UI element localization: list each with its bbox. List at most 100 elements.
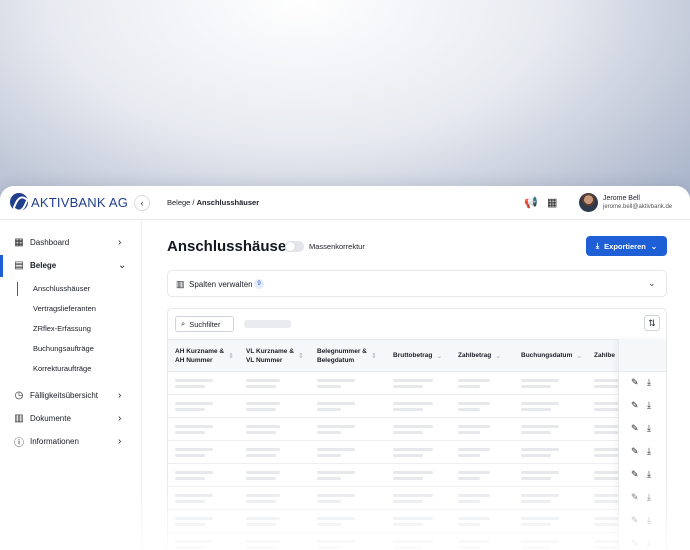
sidebar-subitem-anschlusshaeuser[interactable]: Anschlusshäuser xyxy=(33,284,90,293)
skeleton-line xyxy=(317,494,355,497)
download-icon[interactable]: ⤓ xyxy=(647,377,651,388)
table-row[interactable] xyxy=(168,418,666,441)
download-icon[interactable]: ⤓ xyxy=(647,538,651,549)
edit-icon[interactable]: ✎ xyxy=(631,492,639,503)
skeleton-line xyxy=(458,379,490,382)
breadcrumb-parent[interactable]: Belege / xyxy=(167,198,195,207)
logo[interactable]: AKTIVBANK AG xyxy=(10,193,128,211)
table-row[interactable] xyxy=(168,464,666,487)
sidebar-item-faelligkeitsuebersicht[interactable]: ◷ Fälligkeitsübersicht › xyxy=(0,385,142,405)
chevron-down-icon[interactable]: ⌄ xyxy=(648,278,656,289)
skeleton-line xyxy=(458,523,480,526)
download-icon[interactable]: ⤓ xyxy=(647,492,651,503)
skeleton-line xyxy=(317,448,355,451)
logo-icon xyxy=(10,193,28,211)
manage-columns-label: Spalten verwalten xyxy=(189,280,253,289)
table-row[interactable] xyxy=(168,487,666,510)
skeleton-line xyxy=(317,425,355,428)
search-filter-button[interactable]: ⌕ Suchfilter xyxy=(175,316,234,332)
calendar-icon[interactable]: ▦ xyxy=(547,196,557,209)
skeleton-line xyxy=(175,477,205,480)
skeleton-line xyxy=(246,517,280,520)
page-title: Anschlusshäuser xyxy=(167,238,293,255)
sidebar-item-label: Informationen xyxy=(30,436,79,446)
sidebar-item-dashboard[interactable]: ▦ Dashboard › xyxy=(0,232,142,252)
column-header[interactable]: Buchungsdatum ⌄ xyxy=(521,340,582,373)
edit-icon[interactable]: ✎ xyxy=(631,377,639,388)
sidebar-item-label: Fälligkeitsübersicht xyxy=(30,390,99,400)
actions-header xyxy=(619,339,666,372)
skeleton-line xyxy=(393,540,433,543)
download-icon[interactable]: ⤓ xyxy=(647,423,651,434)
skeleton-line xyxy=(458,500,480,503)
edit-icon[interactable]: ✎ xyxy=(631,423,639,434)
sort-icon: ⇕ xyxy=(297,352,304,360)
skeleton-line xyxy=(521,379,559,382)
avatar[interactable] xyxy=(579,193,598,212)
column-header[interactable]: Belegnummer & Belegdatum ⇕ xyxy=(317,340,377,373)
mass-correction-toggle[interactable] xyxy=(285,241,304,252)
export-button[interactable]: ⤓ Exportieren ⌄ xyxy=(586,236,667,256)
edit-icon[interactable]: ✎ xyxy=(631,469,639,480)
edit-icon[interactable]: ✎ xyxy=(631,400,639,411)
skeleton-line xyxy=(246,477,276,480)
table-row[interactable] xyxy=(168,510,666,533)
edit-icon[interactable]: ✎ xyxy=(631,538,639,549)
skeleton-line xyxy=(521,385,551,388)
sort-button[interactable]: ⇅ xyxy=(644,315,660,331)
table-row[interactable] xyxy=(168,395,666,418)
sidebar-item-label: Dashboard xyxy=(30,237,70,247)
column-header[interactable]: Zahlbe xyxy=(594,340,615,373)
top-bar: AKTIVBANK AG ‹ Belege / Anschlusshäuser … xyxy=(0,186,690,220)
sidebar-item-belege[interactable]: ▤ Belege ⌄ xyxy=(0,255,142,275)
download-icon[interactable]: ⤓ xyxy=(647,515,651,526)
sidebar-subitem-vertragslieferanten[interactable]: Vertragslieferanten xyxy=(33,304,96,313)
skeleton-line xyxy=(175,385,205,388)
download-icon[interactable]: ⤓ xyxy=(647,469,651,480)
info-icon: ⓘ xyxy=(14,437,24,449)
columns-count-badge: 9 xyxy=(254,279,264,289)
receipt-icon: ▤ xyxy=(14,259,24,271)
sidebar-item-informationen[interactable]: ⓘ Informationen › xyxy=(0,431,142,451)
sidebar-subitem-zrflex[interactable]: ZRflex-Erfassung xyxy=(33,324,91,333)
skeleton-line xyxy=(175,425,213,428)
skeleton-line xyxy=(393,500,423,503)
chevron-right-icon: › xyxy=(118,412,122,424)
skeleton-line xyxy=(317,523,341,526)
skeleton-line xyxy=(175,448,213,451)
download-icon: ⤓ xyxy=(595,241,600,250)
skeleton-line xyxy=(393,402,433,405)
toggle-label: Massenkorrektur xyxy=(309,242,365,251)
skeleton-line xyxy=(246,494,280,497)
skeleton-line xyxy=(175,379,213,382)
column-header[interactable]: VL Kurzname & VL Nummer ⇕ xyxy=(246,340,304,373)
table-row[interactable] xyxy=(168,372,666,395)
table-row[interactable] xyxy=(168,441,666,464)
column-header[interactable]: Zahlbetrag ⌄ xyxy=(458,340,501,373)
skeleton-line xyxy=(246,523,276,526)
megaphone-icon[interactable]: 📢 xyxy=(524,196,538,209)
manage-columns-panel[interactable]: ▥ Spalten verwalten 9 ⌄ xyxy=(167,270,667,297)
skeleton-line xyxy=(521,425,559,428)
table-header: AH Kurzname & AH Nummer ⇕ VL Kurzname & VL … xyxy=(168,339,666,373)
skeleton-line xyxy=(246,425,280,428)
skeleton-line xyxy=(175,431,205,434)
skeleton-line xyxy=(393,425,433,428)
column-header[interactable]: Bruttobetrag ⌄ xyxy=(393,340,442,373)
table-row[interactable] xyxy=(168,533,666,550)
skeleton-line xyxy=(246,408,276,411)
edit-icon[interactable]: ✎ xyxy=(631,515,639,526)
skeleton-line xyxy=(317,408,341,411)
download-icon[interactable]: ⤓ xyxy=(647,400,651,411)
skeleton-line xyxy=(246,385,276,388)
sidebar-subitem-buchungsauftraege[interactable]: Buchungsaufträge xyxy=(33,344,94,353)
actions-column: ✎ ⤓ ✎ ⤓ ✎ ⤓ ✎ ⤓ ✎ ⤓ ✎ ⤓ ✎ ⤓ ✎ ⤓ xyxy=(618,339,666,550)
download-icon[interactable]: ⤓ xyxy=(647,446,651,457)
sidebar-collapse-button[interactable]: ‹ xyxy=(134,195,150,211)
column-header[interactable]: AH Kurzname & AH Nummer ⇕ xyxy=(175,340,234,373)
sidebar-subitem-korrekturauftraege[interactable]: Korrekturaufträge xyxy=(33,364,91,373)
chevron-right-icon: › xyxy=(118,435,122,447)
edit-icon[interactable]: ✎ xyxy=(631,446,639,457)
skeleton-line xyxy=(521,431,551,434)
sidebar-item-dokumente[interactable]: ▥ Dokumente › xyxy=(0,408,142,428)
